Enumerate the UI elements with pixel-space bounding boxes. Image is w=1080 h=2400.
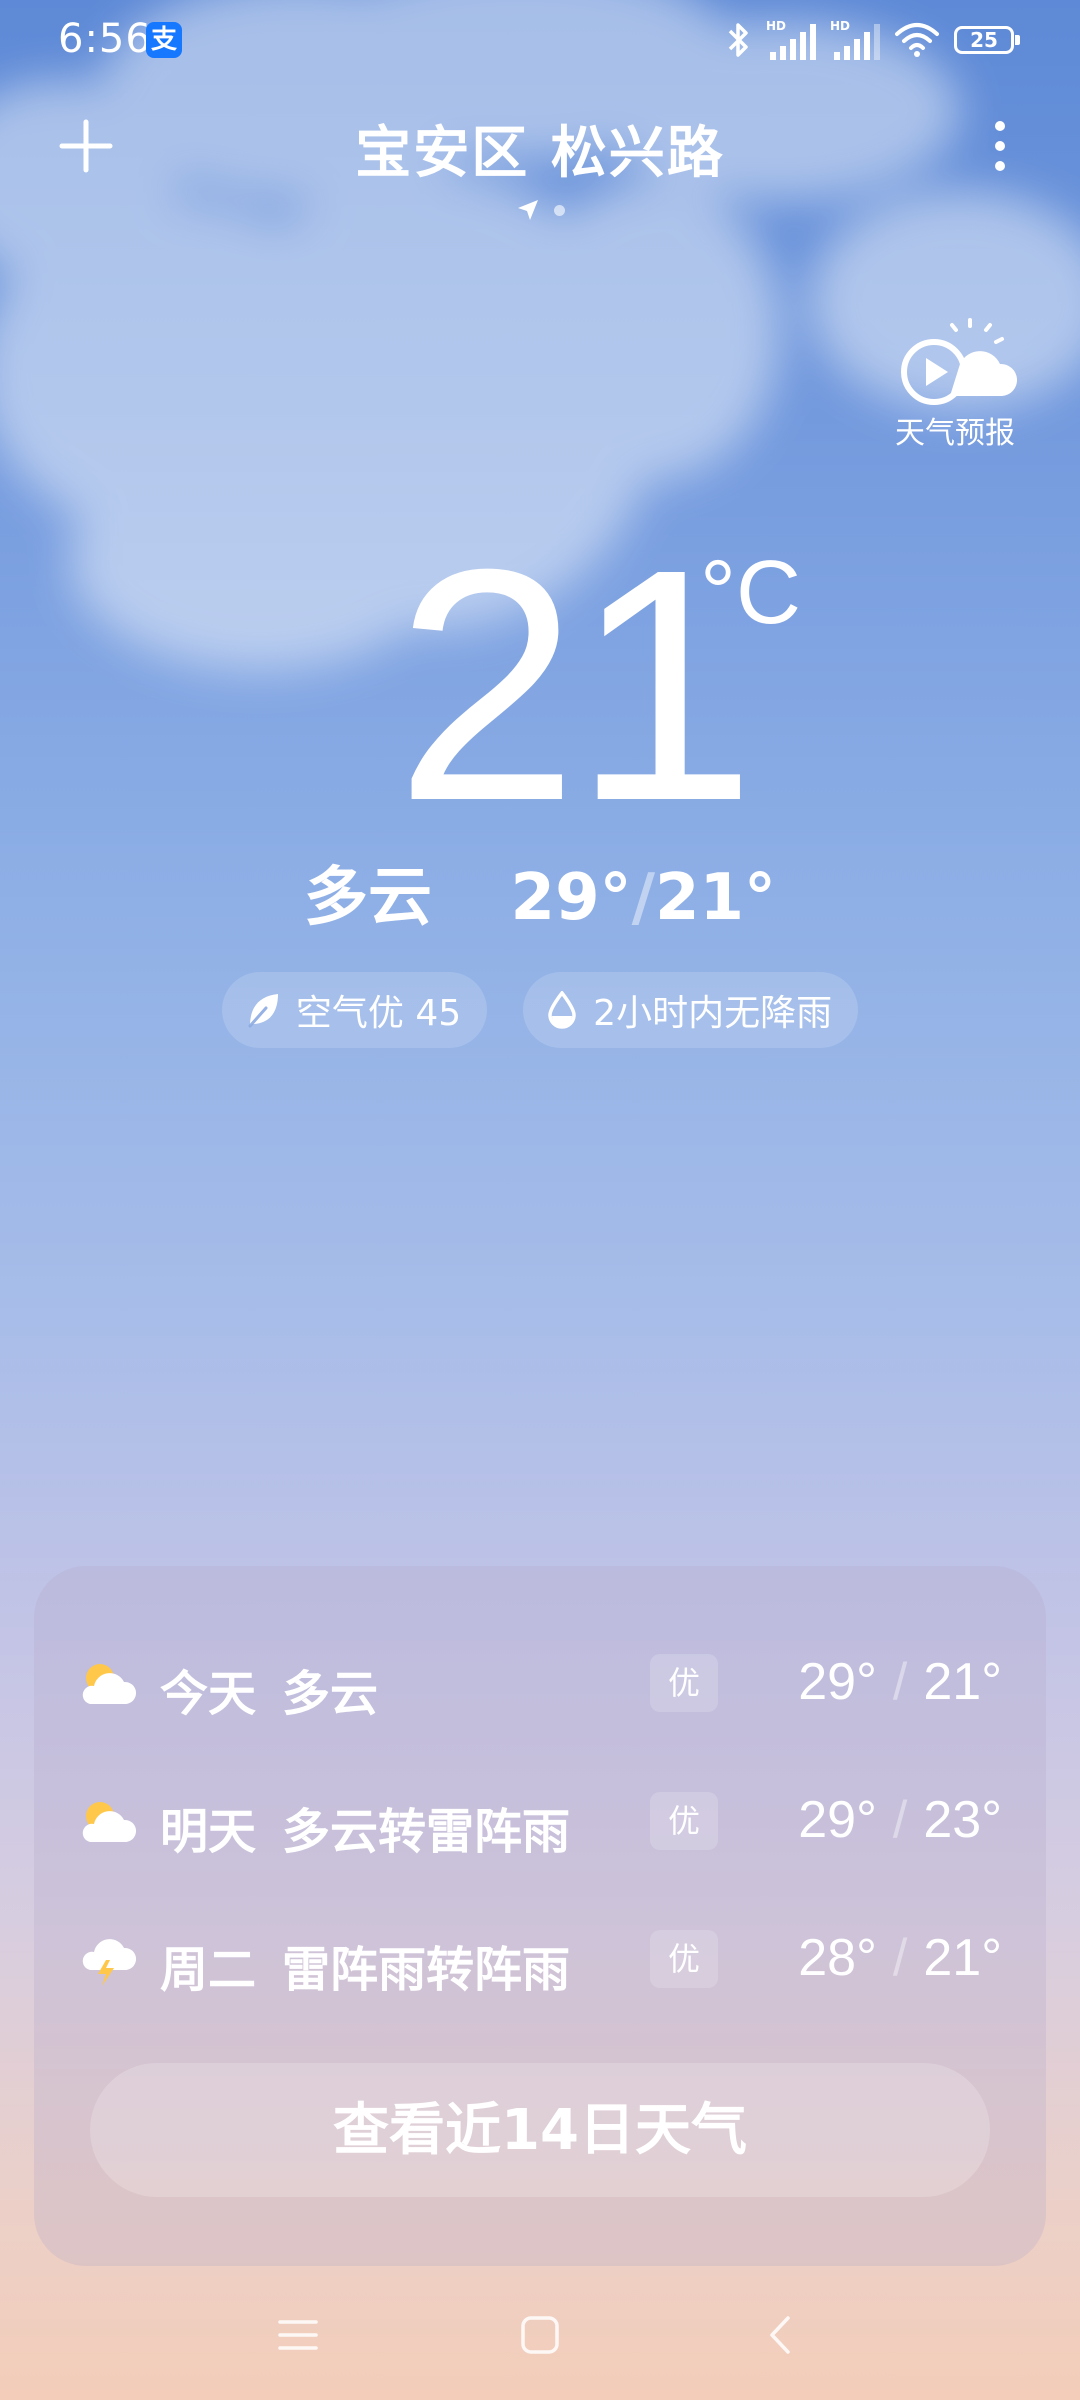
forecast-temps: 29°/23° xyxy=(798,1791,1002,1849)
weather-forecast-video-button[interactable]: 天气预报 xyxy=(890,318,1020,458)
back-icon[interactable] xyxy=(752,2310,812,2360)
current-temperature: 21 xyxy=(395,500,756,869)
aqi-badge: 优 xyxy=(650,1930,718,1988)
rain-forecast-chip[interactable]: 2小时内无降雨 xyxy=(523,972,859,1048)
signal-hd-2-icon: HD xyxy=(830,19,880,60)
alipay-icon: 支 xyxy=(146,22,182,58)
daily-forecast-card: 今天 多云 优 29°/21° 明天 多云转雷阵雨 优 29°/23° 周二 雷阵雨转… xyxy=(34,1566,1046,2266)
cloudy-sun-icon xyxy=(82,1664,137,1704)
current-high: 29° xyxy=(510,861,632,935)
battery-icon: 25 xyxy=(954,26,1020,54)
air-quality-chip[interactable]: 空气优 45 xyxy=(221,972,488,1048)
forecast-temps: 28°/21° xyxy=(798,1929,1002,1987)
weather-forecast-label: 天气预报 xyxy=(895,416,1015,451)
svg-text:HD: HD xyxy=(766,19,786,33)
forecast-row-tomorrow[interactable]: 明天 多云转雷阵雨 优 29°/23° xyxy=(34,1766,1046,1876)
forecast-day-label: 今天 多云 xyxy=(160,1666,379,1722)
status-bar: 6:56 支 HD HD 25 xyxy=(0,0,1080,80)
page-indicator xyxy=(0,198,1080,222)
leaf-icon xyxy=(248,994,278,1028)
location-title[interactable]: 宝安区 松兴路 xyxy=(0,108,1080,189)
location-arrow-icon xyxy=(517,200,538,220)
current-low: 21° xyxy=(654,861,777,935)
forecast-day-label: 周二 雷阵雨转阵雨 xyxy=(160,1942,571,1998)
wifi-icon xyxy=(895,23,939,57)
page-dot xyxy=(553,204,565,216)
home-icon[interactable] xyxy=(510,2310,570,2360)
current-condition-line: 多云 29°/21° xyxy=(0,846,1080,938)
status-icons: HD HD 25 xyxy=(726,16,1020,64)
svg-text:HD: HD xyxy=(830,19,850,33)
air-quality-text: 空气优 45 xyxy=(295,993,462,1034)
raindrop-icon xyxy=(548,991,576,1029)
forecast-row-today[interactable]: 今天 多云 优 29°/21° xyxy=(34,1628,1046,1738)
temperature-unit: °C xyxy=(700,543,801,643)
menu-icon[interactable] xyxy=(268,2310,328,2360)
view-14-day-forecast-button[interactable]: 查看近14日天气 xyxy=(90,2063,990,2197)
forecast-day-label: 明天 多云转雷阵雨 xyxy=(160,1804,571,1860)
current-condition: 多云 xyxy=(303,861,432,935)
play-sun-cloud-icon xyxy=(901,318,1018,405)
temp-separator: / xyxy=(631,861,655,935)
aqi-badge: 优 xyxy=(650,1654,718,1712)
forecast-row-tuesday[interactable]: 周二 雷阵雨转阵雨 优 28°/21° xyxy=(34,1904,1046,2014)
bluetooth-icon xyxy=(728,23,748,57)
cloudy-sun-icon xyxy=(82,1802,137,1842)
forecast-temps: 29°/21° xyxy=(798,1653,1002,1711)
info-chips: 空气优 45 2小时内无降雨 xyxy=(0,972,1080,1048)
thunder-cloud-icon xyxy=(82,1939,137,1986)
aqi-badge: 优 xyxy=(650,1792,718,1850)
more-menu-button[interactable] xyxy=(980,116,1020,176)
signal-hd-1-icon: HD xyxy=(766,19,816,60)
rain-forecast-text: 2小时内无降雨 xyxy=(593,993,833,1034)
system-nav-bar xyxy=(0,2300,1080,2370)
status-time: 6:56 xyxy=(58,16,152,62)
